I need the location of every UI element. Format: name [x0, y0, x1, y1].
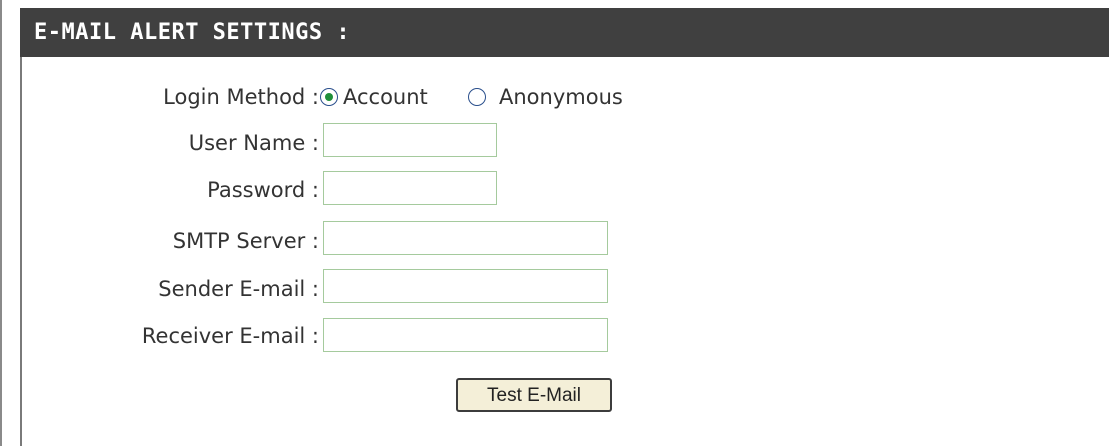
smtp-server-input[interactable] [323, 221, 608, 255]
user-name-label: User Name : [188, 131, 319, 155]
password-input[interactable] [323, 171, 497, 205]
sender-email-label: Sender E-mail : [158, 277, 319, 301]
login-anonymous-radio[interactable] [468, 88, 486, 106]
password-label: Password : [207, 178, 319, 202]
receiver-email-input[interactable] [323, 318, 608, 352]
email-alert-panel: E-MAIL ALERT SETTINGS : Login Method : A… [0, 0, 1109, 446]
receiver-email-label: Receiver E-mail : [141, 324, 319, 348]
login-account-radio[interactable] [320, 88, 338, 106]
login-anonymous-label: Anonymous [499, 85, 623, 109]
login-method-label: Login Method : [163, 85, 319, 109]
login-account-label: Account [343, 85, 428, 109]
test-email-button[interactable]: Test E-Mail [456, 378, 612, 412]
smtp-server-label: SMTP Server : [172, 229, 319, 253]
radio-selected-dot [325, 93, 333, 101]
section-title: E-MAIL ALERT SETTINGS : [20, 8, 1109, 57]
sender-email-input[interactable] [323, 269, 608, 303]
user-name-input[interactable] [323, 123, 497, 157]
